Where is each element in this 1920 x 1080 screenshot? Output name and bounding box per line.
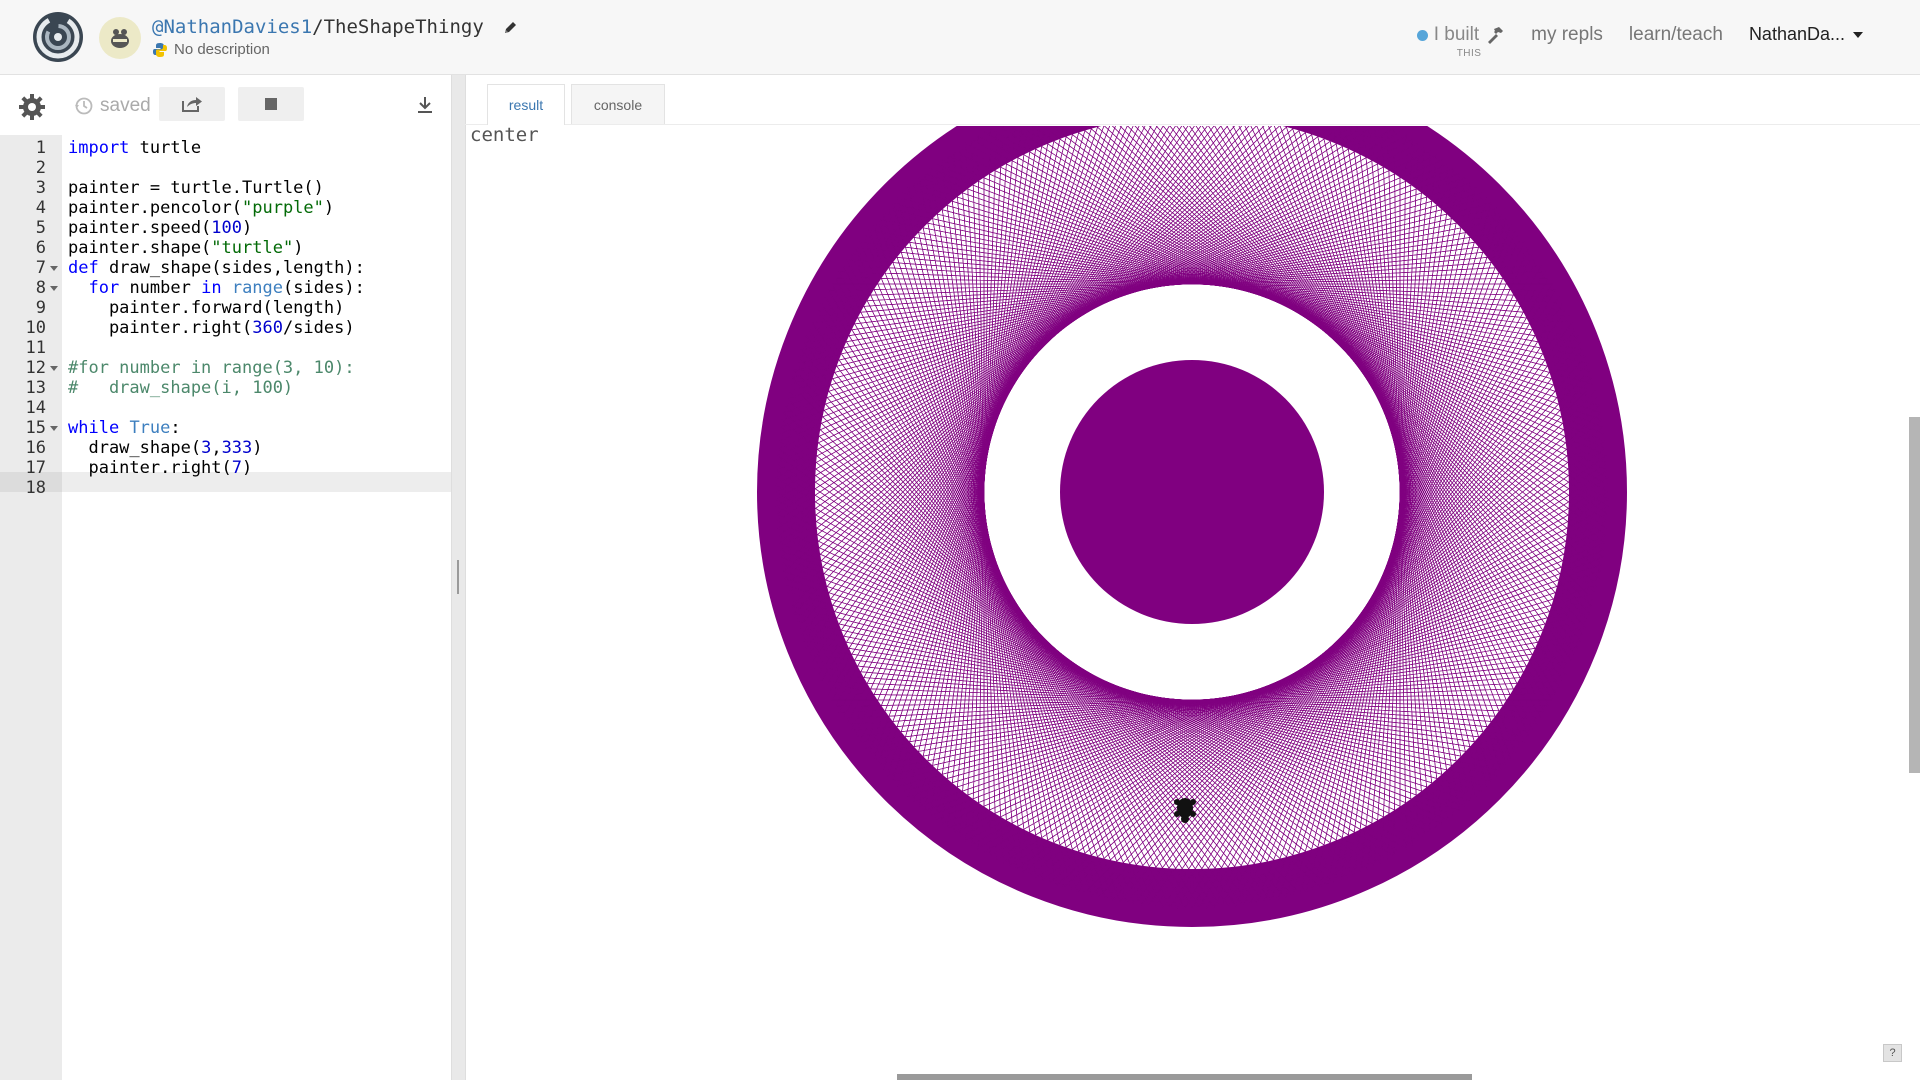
- logo-icon[interactable]: [32, 11, 84, 63]
- fold-arrow-icon[interactable]: [50, 286, 58, 291]
- line-number: 8: [35, 278, 46, 298]
- code-line: # draw_shape(i, 100): [68, 378, 294, 398]
- nav-learn-teach[interactable]: learn/teach: [1629, 24, 1723, 46]
- line-number: 17: [25, 458, 46, 478]
- code-line: painter.speed(100): [68, 218, 253, 238]
- save-status: saved: [74, 95, 151, 117]
- user-name: NathanDa...: [1748, 24, 1845, 44]
- code-line: painter.shape("turtle"): [68, 238, 304, 258]
- tab-console[interactable]: console: [571, 84, 665, 124]
- editor-toolbar: saved: [0, 75, 451, 135]
- status-dot: [1416, 29, 1428, 41]
- caret-down-icon: [1853, 31, 1863, 38]
- line-number: 18: [25, 478, 46, 498]
- code-line: import turtle: [68, 138, 202, 158]
- spirograph-drawing: [757, 126, 1627, 927]
- fold-arrow-icon[interactable]: [50, 266, 58, 271]
- code-line: while True:: [68, 418, 181, 438]
- hammer-icon: [1488, 27, 1504, 44]
- i-built-this-button[interactable]: I built THIS: [1416, 24, 1505, 59]
- download-icon[interactable]: [415, 95, 435, 115]
- line-number: 10: [25, 318, 46, 338]
- code-line: #for number in range(3, 10):: [68, 358, 355, 378]
- i-built-sub-label: THIS: [1456, 48, 1482, 59]
- top-nav: I built THIS my repls learn/teach Nathan…: [1416, 24, 1863, 59]
- nav-my-repls[interactable]: my repls: [1531, 24, 1603, 46]
- path-separator: /: [312, 16, 324, 38]
- code-line: painter.right(360/sides): [68, 318, 355, 338]
- description-row: No description: [152, 41, 270, 58]
- repl-name: TheShapeThingy: [323, 16, 484, 38]
- line-number: 4: [35, 198, 46, 218]
- line-number: 5: [35, 218, 46, 238]
- line-number: 13: [25, 378, 46, 398]
- gear-icon[interactable]: [18, 93, 46, 121]
- line-number: 9: [35, 298, 46, 318]
- code-line: for number in range(sides):: [88, 278, 365, 298]
- history-icon: [75, 97, 93, 115]
- horizontal-scrollbar[interactable]: [897, 1074, 1472, 1080]
- divider-grip[interactable]: [457, 560, 459, 594]
- repl-path: @NathanDavies1/TheShapeThingy: [152, 16, 517, 38]
- pencil-icon[interactable]: [503, 21, 517, 35]
- turtle-canvas: [757, 126, 1627, 927]
- vertical-scrollbar[interactable]: [1909, 417, 1920, 773]
- i-built-label: I built: [1433, 24, 1480, 45]
- fold-arrow-icon[interactable]: [50, 426, 58, 431]
- saved-label: saved: [100, 95, 151, 116]
- user-menu[interactable]: NathanDa...: [1749, 24, 1863, 45]
- avatar-icon: [111, 29, 129, 48]
- avatar[interactable]: [99, 17, 141, 59]
- output-tabs: result console: [465, 75, 1920, 125]
- repl-description[interactable]: No description: [174, 41, 270, 58]
- code-line: draw_shape(3,333): [68, 438, 263, 458]
- line-number: 7: [35, 258, 46, 278]
- stop-button[interactable]: [238, 87, 304, 121]
- owner-link[interactable]: @NathanDavies1: [152, 16, 312, 38]
- code-line: painter = turtle.Turtle(): [68, 178, 324, 198]
- share-icon: [182, 97, 202, 112]
- line-number: 2: [35, 158, 46, 178]
- share-button[interactable]: [159, 87, 225, 121]
- line-number: 14: [25, 398, 46, 418]
- python-icon: [153, 42, 167, 57]
- code-line: def draw_shape(sides,length):: [68, 258, 365, 278]
- line-number: 16: [25, 438, 46, 458]
- code-line: painter.forward(length): [68, 298, 345, 318]
- stop-icon: [265, 98, 277, 110]
- line-number: 12: [25, 358, 46, 378]
- line-number: 11: [25, 338, 46, 358]
- top-header: @NathanDavies1/TheShapeThingy No descrip…: [0, 0, 1920, 75]
- code-line: painter.right(7): [68, 458, 253, 478]
- panel-divider[interactable]: [451, 75, 466, 1080]
- line-number: 1: [35, 138, 46, 158]
- line-number: 3: [35, 178, 46, 198]
- help-button[interactable]: ?: [1883, 1044, 1902, 1062]
- line-number: 6: [35, 238, 46, 258]
- fold-arrow-icon[interactable]: [50, 366, 58, 371]
- line-number: 15: [25, 418, 46, 438]
- tab-result[interactable]: result: [487, 84, 565, 125]
- code-line: painter.pencolor("purple"): [68, 198, 335, 218]
